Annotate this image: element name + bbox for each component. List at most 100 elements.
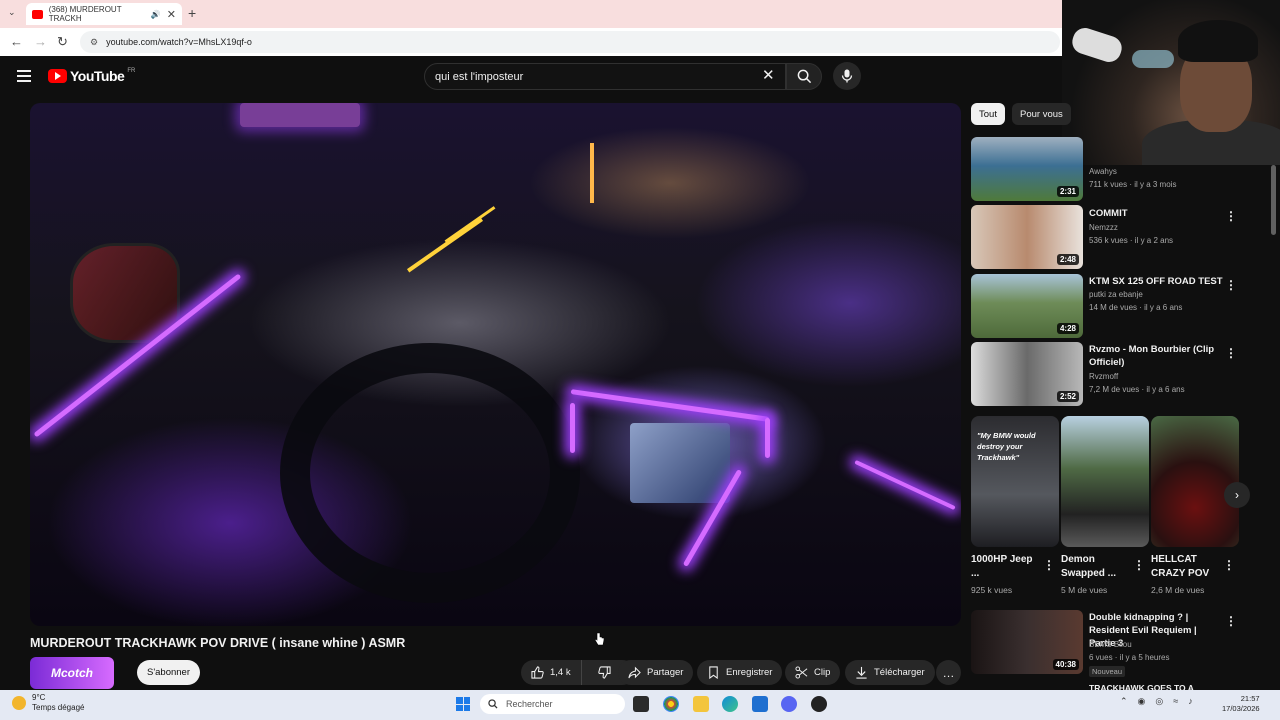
list-item[interactable]: 2:31 Awahys 711 k vues · il y a 3 mois <box>971 137 1241 201</box>
reload-icon[interactable]: ↻ <box>57 34 68 50</box>
video-ambient-light <box>570 403 575 453</box>
clear-search-icon[interactable]: ✕ <box>762 66 775 84</box>
discord-icon[interactable] <box>781 696 797 712</box>
close-tab-icon[interactable]: ✕ <box>167 8 176 21</box>
kebab-menu-icon[interactable]: ⋮ <box>1225 209 1237 223</box>
channel-name[interactable]: Rvzmoff <box>1089 372 1118 381</box>
video-thumbnail[interactable]: 2:31 <box>971 137 1083 201</box>
like-count: 1,4 k <box>550 667 571 678</box>
chevron-up-icon[interactable]: ⌃ <box>1120 696 1128 707</box>
video-thumbnail[interactable]: 40:38 <box>971 610 1083 674</box>
app-icon[interactable] <box>811 696 827 712</box>
channel-name[interactable]: Awahys <box>1089 167 1117 176</box>
chip-for-you[interactable]: Pour vous <box>1012 103 1071 125</box>
webcam-person-hair <box>1178 20 1258 62</box>
channel-name[interactable]: BEMS Bilou <box>1089 640 1132 649</box>
system-tray: ⌃ ◉ ◎ ≈ ♪ <box>1120 696 1193 707</box>
short-thumbnail[interactable] <box>1061 416 1149 547</box>
moon-icon <box>12 696 26 710</box>
search-button[interactable] <box>786 63 822 90</box>
download-icon <box>856 666 867 679</box>
hamburger-menu-icon[interactable] <box>17 70 31 82</box>
hand-cursor-icon <box>594 632 604 646</box>
video-thumbnail[interactable]: 2:48 <box>971 205 1083 269</box>
list-item[interactable]: 4:28 KTM SX 125 OFF ROAD TEST putki za e… <box>971 274 1241 338</box>
duration-badge: 2:52 <box>1056 391 1079 402</box>
wifi-icon[interactable]: ≈ <box>1173 696 1178 707</box>
share-button[interactable]: Partager <box>618 660 694 685</box>
video-title[interactable]: KTM SX 125 OFF ROAD TEST <box>1089 275 1225 288</box>
webcam-light <box>1132 50 1174 68</box>
duration-badge: 40:38 <box>1052 659 1079 670</box>
video-thumbnail[interactable]: 4:28 <box>971 274 1083 338</box>
url-field[interactable]: ⚙ youtube.com/watch?v=MhsLX19qf-o <box>80 31 1060 53</box>
short-thumbnail[interactable] <box>1151 416 1239 547</box>
kebab-menu-icon[interactable]: ⋮ <box>1223 558 1235 572</box>
bookmark-icon <box>709 666 718 679</box>
partial-video-title[interactable]: TRACKHAWK GOES TO A <box>1089 683 1194 690</box>
microphone-icon[interactable]: ◎ <box>1155 696 1163 707</box>
network-icon[interactable]: ◉ <box>1138 696 1146 707</box>
shorts-next-button[interactable]: › <box>1224 482 1250 508</box>
voice-search-button[interactable] <box>833 62 861 90</box>
new-tab-button[interactable]: + <box>188 5 196 21</box>
speaker-icon[interactable]: 🔊 <box>151 10 161 19</box>
like-button[interactable]: 1,4 k <box>521 660 582 685</box>
video-title[interactable]: COMMIT <box>1089 207 1225 220</box>
save-button[interactable]: Enregistrer <box>697 660 783 685</box>
volume-icon[interactable]: ♪ <box>1188 696 1193 707</box>
video-thumbnail[interactable]: 2:52 <box>971 342 1083 406</box>
video-street-light <box>590 143 594 203</box>
short-title[interactable]: 1000HP Jeep ... <box>971 553 1039 581</box>
system-clock[interactable]: 21:57 17/03/2026 <box>1222 694 1260 714</box>
file-explorer-icon[interactable] <box>693 696 709 712</box>
video-ambient-light <box>570 389 770 422</box>
search-input[interactable]: qui est l'imposteur <box>424 63 786 90</box>
microphone-icon <box>841 69 853 83</box>
dislike-button[interactable] <box>588 660 621 685</box>
video-title[interactable]: Rvzmo - Mon Bourbier (Clip Officiel) <box>1089 343 1225 369</box>
clock-time: 21:57 <box>1240 694 1260 703</box>
site-info-icon[interactable]: ⚙ <box>90 37 98 48</box>
duration-badge: 2:31 <box>1056 186 1079 197</box>
video-player[interactable] <box>30 103 961 626</box>
list-item[interactable]: 2:52 Rvzmo - Mon Bourbier (Clip Officiel… <box>971 342 1241 406</box>
clip-label: Clip <box>814 667 831 678</box>
tab-list-chevron-icon[interactable]: ⌄ <box>8 7 20 21</box>
list-item[interactable]: 40:38 Double kidnapping ? | Resident Evi… <box>971 610 1241 677</box>
forward-icon[interactable]: → <box>34 34 47 49</box>
back-icon[interactable]: ← <box>10 34 23 49</box>
browser-tab[interactable]: (368) MURDEROUT TRACKH 🔊 ✕ <box>26 3 182 25</box>
short-thumbnail[interactable]: "My BMW would destroy your Trackhawk" <box>971 416 1059 547</box>
list-item[interactable]: 2:48 COMMIT Nemzzz 536 k vues · il y a 2… <box>971 205 1241 269</box>
kebab-menu-icon[interactable]: ⋮ <box>1225 278 1237 292</box>
clip-button[interactable]: Clip <box>785 660 841 685</box>
video-meta: 711 k vues · il y a 3 mois <box>1089 180 1177 189</box>
store-icon[interactable] <box>752 696 768 712</box>
kebab-menu-icon[interactable]: ⋮ <box>1043 558 1055 572</box>
more-actions-icon[interactable]: … <box>936 660 961 685</box>
thumbs-up-icon <box>531 666 544 679</box>
kebab-menu-icon[interactable]: ⋮ <box>1133 558 1145 572</box>
download-button[interactable]: Télécharger <box>845 660 935 685</box>
channel-name[interactable]: putki za ebanje <box>1089 290 1143 299</box>
subscribe-button[interactable]: S'abonner <box>137 660 200 685</box>
short-views: 925 k vues <box>971 585 1013 595</box>
search-query: qui est l'imposteur <box>435 70 524 83</box>
weather-widget[interactable]: 9°C Temps dégagé <box>12 693 84 713</box>
short-title[interactable]: HELLCAT CRAZY POV <box>1151 553 1219 581</box>
sidebar-scrollbar[interactable] <box>1271 165 1276 235</box>
edge-icon[interactable] <box>722 696 738 712</box>
task-view-icon[interactable] <box>633 696 649 712</box>
youtube-logo[interactable]: YouTube FR <box>48 68 135 84</box>
taskbar-search[interactable]: Rechercher <box>480 694 625 714</box>
windows-start-icon[interactable] <box>456 697 470 711</box>
channel-avatar[interactable]: Mcotch <box>30 657 114 689</box>
channel-name[interactable]: Nemzzz <box>1089 223 1118 232</box>
chrome-icon[interactable] <box>663 696 679 712</box>
kebab-menu-icon[interactable]: ⋮ <box>1225 614 1237 628</box>
kebab-menu-icon[interactable]: ⋮ <box>1225 346 1237 360</box>
search-icon <box>488 699 498 709</box>
short-title[interactable]: Demon Swapped ... <box>1061 553 1129 581</box>
chip-all[interactable]: Tout <box>971 103 1005 125</box>
